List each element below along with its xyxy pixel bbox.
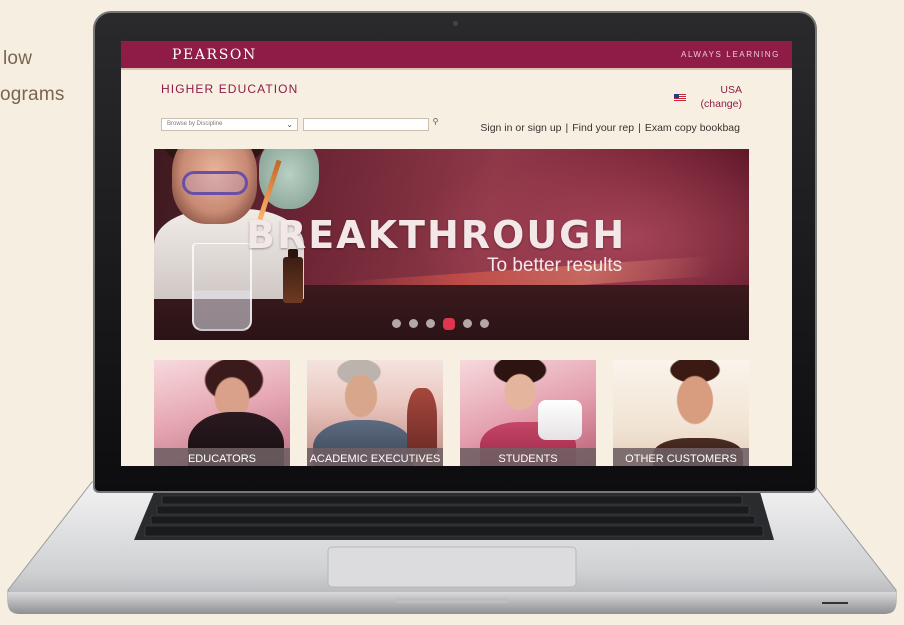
audience-tile-academic-executives[interactable]: ACADEMIC EXECUTIVES [307,360,443,466]
brand-logo[interactable]: PEARSON [172,47,257,63]
site-topbar: PEARSON ALWAYS LEARNING [121,41,792,68]
link-separator: | [565,122,569,134]
search-input[interactable] [303,118,429,131]
vial-icon [283,249,303,303]
carousel-dot[interactable] [463,319,472,328]
chevron-down-icon: ⌄ [286,120,293,129]
country-selector: USA (change) [701,83,742,111]
header-row: HIGHER EDUCATION USA (change) [121,70,792,116]
utility-links: Sign in or sign up | Find your rep | Exam co… [480,122,740,134]
browser-screen: PEARSON ALWAYS LEARNING HIGHER EDUCATION… [121,41,792,466]
audience-tile-label: EDUCATORS [154,448,290,466]
change-country-link[interactable]: (change) [701,97,742,111]
audience-tiles: EDUCATORS ACADEMIC EXECUTIVES STUDENTS O… [154,360,749,466]
carousel-dots [392,317,489,330]
audience-tile-educators[interactable]: EDUCATORS [154,360,290,466]
hero-subheadline: To better results [487,255,623,276]
division-title[interactable]: HIGHER EDUCATION [161,82,298,96]
audience-tile-other-customers[interactable]: OTHER CUSTOMERS [613,360,749,466]
audience-tile-students[interactable]: STUDENTS [460,360,596,466]
bookbag-link[interactable]: Exam copy bookbag [645,122,740,134]
find-rep-link[interactable]: Find your rep [572,122,634,134]
safety-goggles-icon [182,171,248,195]
brand-tagline: ALWAYS LEARNING [681,50,780,59]
carousel-dot[interactable] [392,319,401,328]
audience-tile-label: ACADEMIC EXECUTIVES [307,448,443,466]
us-flag-icon [674,94,686,101]
sign-in-link[interactable]: Sign in or sign up [480,122,561,134]
carousel-dot[interactable] [480,319,489,328]
camera-icon [453,21,458,26]
carousel-dot[interactable] [426,319,435,328]
background-text-line-2: ograms [0,84,65,105]
audience-tile-label: STUDENTS [460,448,596,466]
background-text-line-1: low [3,48,33,69]
student-container [538,400,582,440]
discipline-select-label: Browse by Discipline [167,121,223,127]
search-icon[interactable]: ⚲ [430,117,441,129]
carousel-dot[interactable] [409,319,418,328]
audience-tile-label: OTHER CUSTOMERS [613,448,749,466]
discipline-select[interactable]: Browse by Discipline ⌄ [161,118,298,131]
beaker-icon [192,243,252,331]
hero-banner[interactable]: BREAKTHROUGH To better results [154,149,749,340]
hero-headline: BREAKTHROUGH [246,213,627,257]
country-name: USA [720,84,742,96]
carousel-dot-active[interactable] [443,317,455,330]
tools-row: Browse by Discipline ⌄ ⚲ Sign in or sign… [121,116,792,141]
link-separator: | [638,122,641,134]
